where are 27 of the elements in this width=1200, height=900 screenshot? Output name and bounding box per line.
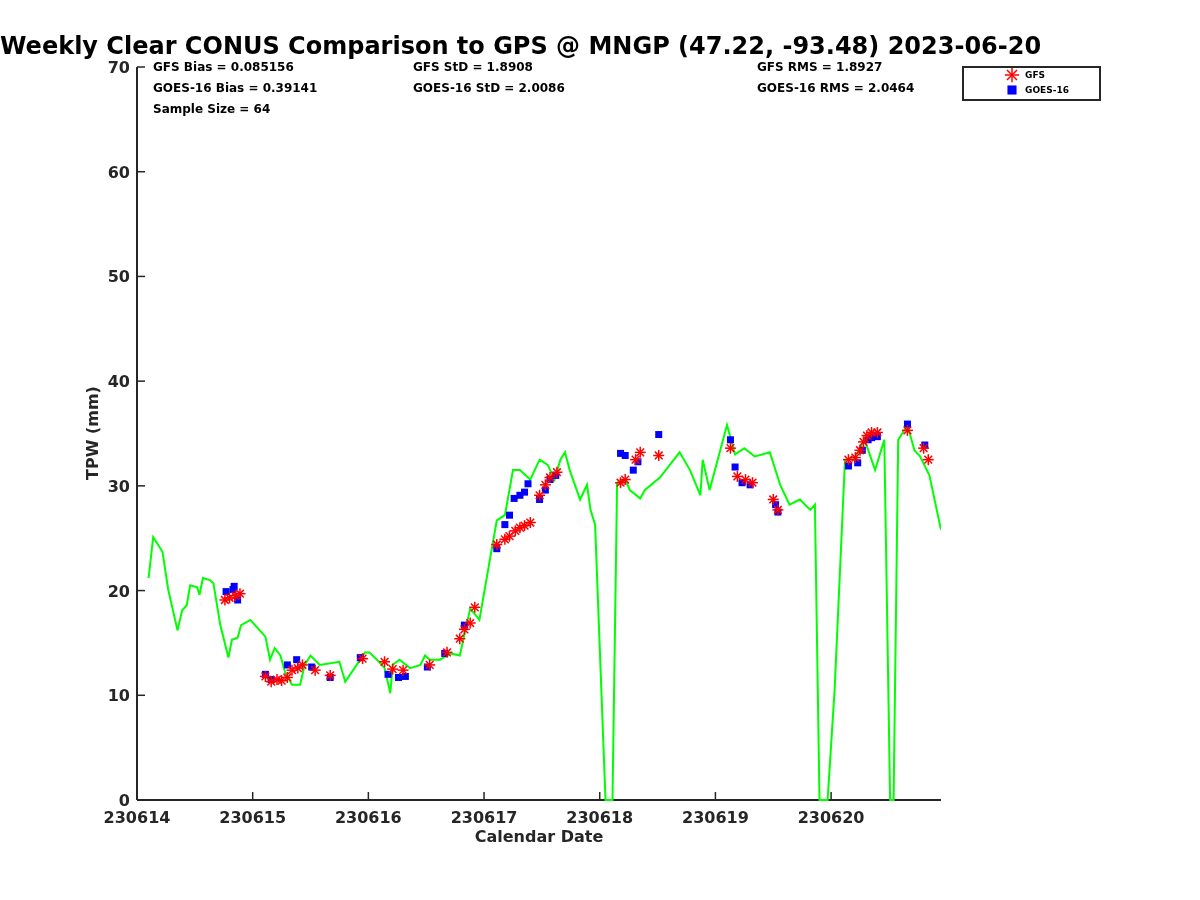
stat-text: GFS StD = 1.8908 bbox=[413, 60, 533, 74]
legend-label: GFS bbox=[1025, 70, 1046, 80]
tick-label: 70 bbox=[107, 58, 130, 77]
tick-label: 230617 bbox=[450, 808, 518, 827]
tick-label: 230620 bbox=[797, 808, 865, 827]
legend-label: GOES-16 bbox=[1025, 85, 1069, 95]
chart-title: Weekly Clear CONUS Comparison to GPS @ MNGP (47.22, -93.48) 2023-06-20 bbox=[0, 32, 1042, 60]
tick-label: 0 bbox=[118, 791, 130, 810]
axis-label: TPW (mm) bbox=[83, 386, 102, 480]
tick-label: 230615 bbox=[219, 808, 287, 827]
axis-label: Calendar Date bbox=[474, 827, 604, 846]
stat-text: GOES-16 Bias = 0.39141 bbox=[153, 81, 318, 95]
tick-label: 230616 bbox=[334, 808, 402, 827]
tick-label: 230619 bbox=[682, 808, 749, 827]
tick-label: 230614 bbox=[103, 808, 171, 827]
stat-text: GOES-16 StD = 2.0086 bbox=[413, 81, 565, 95]
stat-text: GOES-16 RMS = 2.0464 bbox=[757, 81, 915, 95]
tick-label: 230618 bbox=[566, 808, 634, 827]
tick-label: 20 bbox=[107, 581, 130, 601]
stat-text: Sample Size = 64 bbox=[153, 102, 271, 116]
tick-label: 60 bbox=[107, 162, 130, 182]
stat-text: GFS RMS = 1.8927 bbox=[757, 60, 883, 74]
stat-text: GFS Bias = 0.085156 bbox=[153, 60, 294, 74]
tick-label: 50 bbox=[107, 267, 130, 287]
tick-label: 30 bbox=[107, 476, 130, 496]
tick-label: 10 bbox=[107, 686, 130, 706]
tick-label: 40 bbox=[107, 372, 130, 392]
